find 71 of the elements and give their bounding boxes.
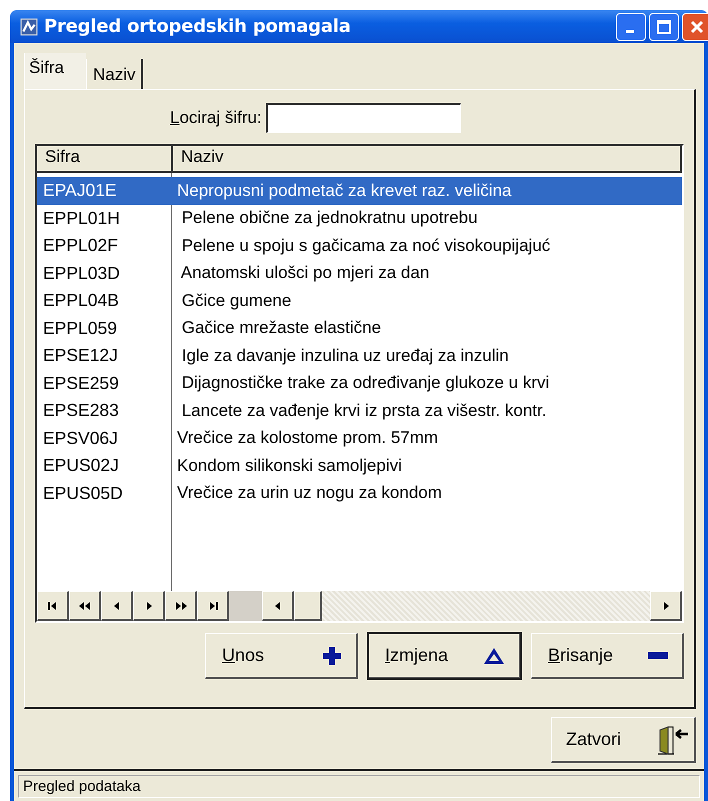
maximize-button[interactable] — [649, 12, 679, 40]
table-cell-text: Vrečice za kolostome prom. 57mm — [176, 428, 438, 448]
table-cell-text: EPSE12J — [42, 345, 119, 366]
double-right-icon — [174, 600, 188, 610]
column-header[interactable]: Sifra — [37, 146, 173, 171]
table-cell-text: Pelene obične za jednokratnu upotrebu — [180, 208, 478, 228]
tab[interactable]: Šifra — [24, 53, 86, 89]
grid-row[interactable]: EPSV06J Vrečice za kolostome prom. 57mm — [37, 424, 682, 452]
table-cell-text: EPPL01H — [42, 208, 121, 229]
next-record-button[interactable] — [133, 591, 165, 621]
grid-row[interactable]: EPSE259 Dijagnostičke trake za određivanje glukoze u krvi — [37, 370, 682, 397]
table-cell-text: Pelene u spoju s gačicama za noć visokoupijajuć — [180, 236, 550, 256]
table-cell-text: EPAJ01E — [42, 180, 118, 202]
table-cell-text: EPUS05D — [42, 482, 124, 504]
close-button[interactable] — [682, 12, 708, 40]
minus-icon — [648, 652, 668, 660]
grid-row[interactable]: EPPL04B Gčice gumene — [37, 287, 682, 314]
previous-page-button[interactable] — [69, 591, 101, 621]
previous-record-button[interactable] — [101, 591, 133, 621]
minimize-button[interactable] — [616, 12, 646, 40]
table-cell-text: Igle za davanje inzulina uz uređaj za inzulin — [180, 346, 509, 366]
grid-row[interactable]: EPUS02J Kondom silikonski samoljepivi — [37, 452, 682, 480]
scroll-right-button[interactable] — [650, 591, 682, 621]
delete-button[interactable]: Brisanje — [531, 633, 684, 679]
table-cell-text: Nepropusni podmetač za krevet raz. veličina — [176, 180, 512, 201]
table-cell-text: Gčice gumene — [180, 290, 292, 311]
tab[interactable]: Naziv — [86, 59, 144, 89]
grid-row[interactable]: EPPL01H Pelene obične za jednokratnu upotrebu — [37, 204, 682, 232]
status-text: Pregled podataka — [18, 775, 700, 798]
table-cell-text: Vrečice za urin uz nogu za kondom — [176, 483, 442, 504]
table-cell-text: EPSE283 — [42, 400, 120, 422]
table-cell-text: EPPL02F — [42, 235, 119, 256]
grid-row[interactable]: EPPL02F Pelene u spoju s gačicama za noć visokoupijajuć — [37, 232, 682, 260]
table-cell-text: EPPL04B — [42, 290, 120, 312]
horizontal-scrollbar[interactable] — [229, 591, 682, 621]
table-cell-text: EPPL03D — [42, 262, 121, 284]
app-icon — [20, 18, 38, 36]
table-cell-text: Kondom silikonski samoljepivi — [176, 456, 402, 476]
window-title: Pregled ortopedskih pomagala — [44, 16, 352, 37]
grid-row[interactable]: EPPL03D Anatomski ulošci po mjeri za dan — [37, 260, 682, 287]
plus-icon — [322, 646, 342, 666]
locate-field[interactable] — [266, 103, 461, 133]
table-cell-text: EPSV06J — [42, 428, 119, 449]
last-record-button[interactable] — [197, 591, 229, 621]
table-cell-text: EPPL059 — [42, 318, 118, 339]
grid-row[interactable]: EPSE12J Igle za davanje inzulina uz uređaj za inzulin — [37, 342, 682, 370]
close-icon — [690, 20, 704, 34]
table-cell-text: Lancete za vađenje krvi iz prsta za višestr. kontr. — [180, 400, 546, 421]
locate-label: Lociraj šifru: — [170, 108, 262, 128]
table-cell-text: Dijagnostičke trake za određivanje glukoze u krvi — [180, 373, 550, 394]
table-cell-text: Anatomski ulošci po mjeri za dan — [180, 263, 430, 284]
grid-row[interactable]: EPSE283 Lancete za vađenje krvi iz prsta za višestr. kontr. — [37, 397, 682, 424]
table-cell-text: Gačice mrežaste elastične — [180, 318, 382, 338]
column-header[interactable]: Naziv — [173, 146, 682, 171]
scrollbar-gap — [229, 591, 262, 621]
triangle-icon — [483, 646, 505, 664]
minimize-icon — [626, 30, 636, 34]
grid-row[interactable]: EPAJ01E Nepropusni podmetač za krevet raz. veličina — [37, 177, 682, 204]
close-dialog-button[interactable]: Zatvori — [551, 717, 696, 763]
edit-button[interactable]: Izmjena — [368, 633, 521, 679]
maximize-icon — [657, 20, 671, 34]
grid-row[interactable]: EPUS05D Vrečice za urin uz nogu za kondom — [37, 480, 682, 507]
table-cell-text: EPSE259 — [42, 372, 120, 394]
grid-row[interactable]: EPPL059 Gačice mrežaste elastične — [37, 314, 682, 342]
table-cell-text: EPUS02J — [42, 455, 120, 476]
scroll-left-button[interactable] — [262, 591, 294, 621]
scroll-thumb[interactable] — [294, 591, 322, 621]
double-left-icon — [78, 600, 92, 610]
add-button[interactable]: Unos — [205, 633, 358, 679]
next-page-button[interactable] — [165, 591, 197, 621]
first-record-button[interactable] — [37, 591, 69, 621]
